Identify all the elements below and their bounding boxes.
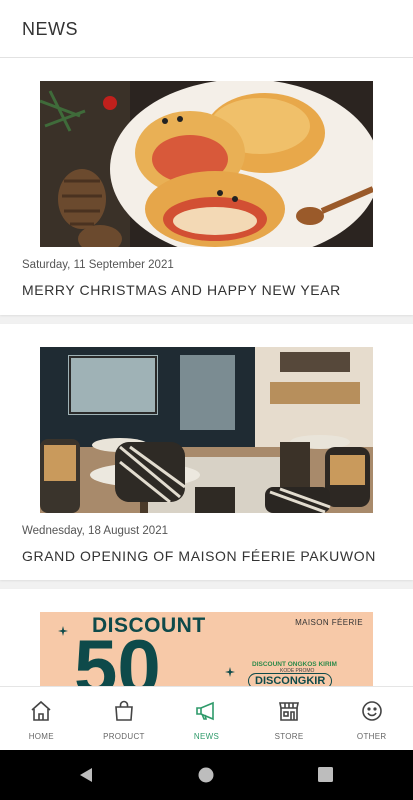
sparkle-icon bbox=[58, 626, 68, 636]
news-image-buns[interactable] bbox=[40, 81, 373, 247]
home-icon bbox=[31, 700, 51, 721]
banner-brand: MAISON FÉERIE bbox=[295, 618, 363, 627]
nav-other[interactable]: OTHER bbox=[330, 687, 413, 750]
nav-other-label: OTHER bbox=[356, 732, 387, 741]
app-header: NEWS bbox=[0, 0, 413, 58]
megaphone-icon bbox=[196, 701, 215, 721]
recents-icon[interactable] bbox=[318, 767, 333, 782]
store-icon bbox=[279, 702, 300, 721]
nav-store-label: STORE bbox=[274, 732, 304, 741]
shopping-bag-icon bbox=[115, 700, 133, 721]
nav-product[interactable]: PRODUCT bbox=[83, 687, 166, 750]
news-date: Wednesday, 18 August 2021 bbox=[22, 525, 168, 537]
news-image-cafe[interactable] bbox=[40, 347, 373, 513]
bottom-navigation: HOME PRODUCT NEWS STORE OTHER bbox=[0, 686, 413, 750]
banner-promo-code: DISCONGKIR bbox=[248, 673, 333, 686]
news-card[interactable]: Saturday, 11 September 2021 MERRY CHRIST… bbox=[0, 58, 413, 315]
banner-promo-line: DISCOUNT ONGKOS KIRIM bbox=[252, 661, 337, 668]
home-button-icon[interactable] bbox=[198, 767, 214, 783]
nav-home[interactable]: HOME bbox=[0, 687, 83, 750]
nav-store[interactable]: STORE bbox=[248, 687, 331, 750]
news-title[interactable]: GRAND OPENING OF MAISON FÉERIE PAKUWON bbox=[22, 548, 376, 564]
nav-home-label: HOME bbox=[28, 732, 54, 741]
news-title[interactable]: MERRY CHRISTMAS AND HAPPY NEW YEAR bbox=[22, 282, 341, 298]
banner-number: 50 bbox=[74, 623, 161, 686]
news-feed[interactable]: Saturday, 11 September 2021 MERRY CHRIST… bbox=[0, 58, 413, 686]
sparkle-icon bbox=[225, 667, 235, 677]
news-image-discount-banner[interactable]: DISCOUNT 50 MAISON FÉERIE DISCOUNT ONGKO… bbox=[40, 612, 373, 686]
nav-product-label: PRODUCT bbox=[103, 732, 145, 741]
back-icon[interactable] bbox=[78, 767, 94, 783]
news-card[interactable]: DISCOUNT 50 MAISON FÉERIE DISCOUNT ONGKO… bbox=[0, 589, 413, 686]
nav-news-label: NEWS bbox=[193, 732, 220, 741]
system-navigation-bar bbox=[0, 750, 413, 800]
news-date: Saturday, 11 September 2021 bbox=[22, 259, 174, 271]
news-card[interactable]: Wednesday, 18 August 2021 GRAND OPENING … bbox=[0, 324, 413, 580]
page-title: NEWS bbox=[22, 19, 78, 39]
nav-news[interactable]: NEWS bbox=[165, 687, 248, 750]
smiley-icon bbox=[361, 701, 382, 721]
